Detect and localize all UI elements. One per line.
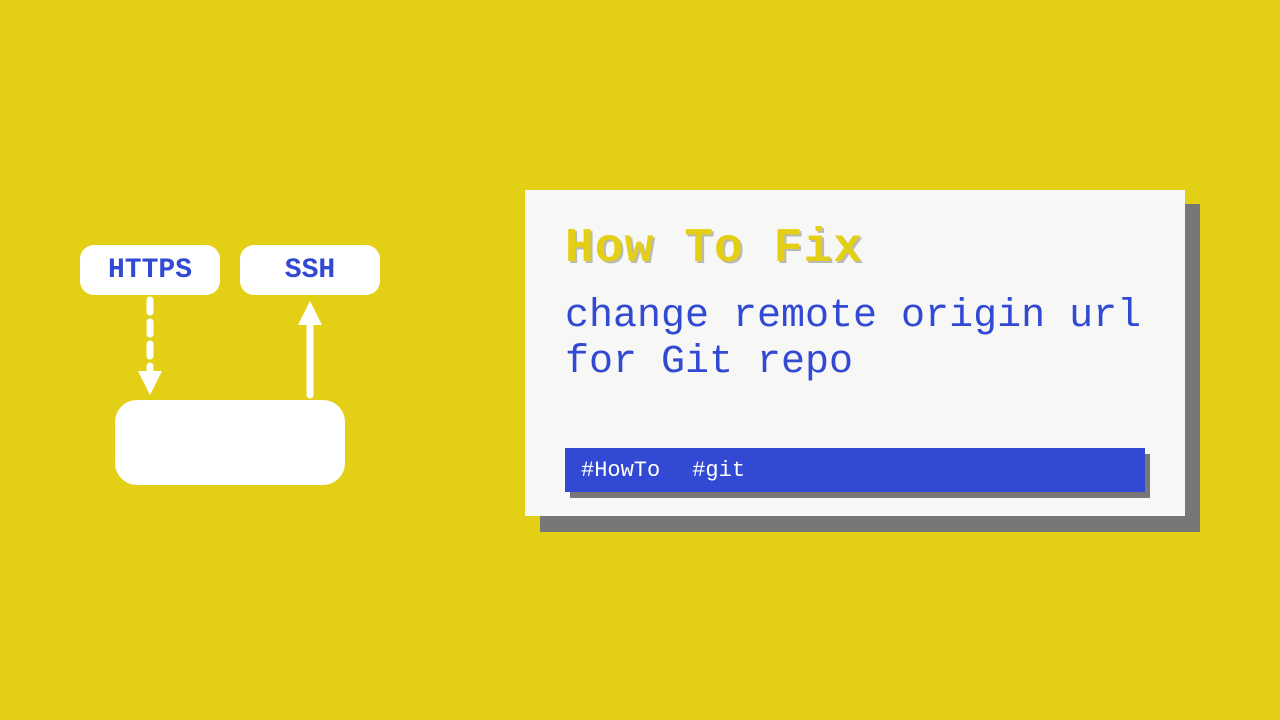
node-https-label: HTTPS xyxy=(108,255,192,286)
protocol-diagram: HTTPS SSH xyxy=(80,245,400,505)
tag-howto: #HowTo xyxy=(581,458,660,483)
card-title: How To Fix xyxy=(565,222,1145,276)
node-ssh: SSH xyxy=(240,245,380,295)
tags-bar: #HowTo #git xyxy=(565,448,1145,492)
card-subtitle: change remote origin url for Git repo xyxy=(565,294,1145,386)
node-ssh-label: SSH xyxy=(285,255,335,286)
node-https: HTTPS xyxy=(80,245,220,295)
node-repo xyxy=(115,400,345,485)
info-card: How To Fix change remote origin url for … xyxy=(525,190,1185,516)
tag-git: #git xyxy=(692,458,745,483)
